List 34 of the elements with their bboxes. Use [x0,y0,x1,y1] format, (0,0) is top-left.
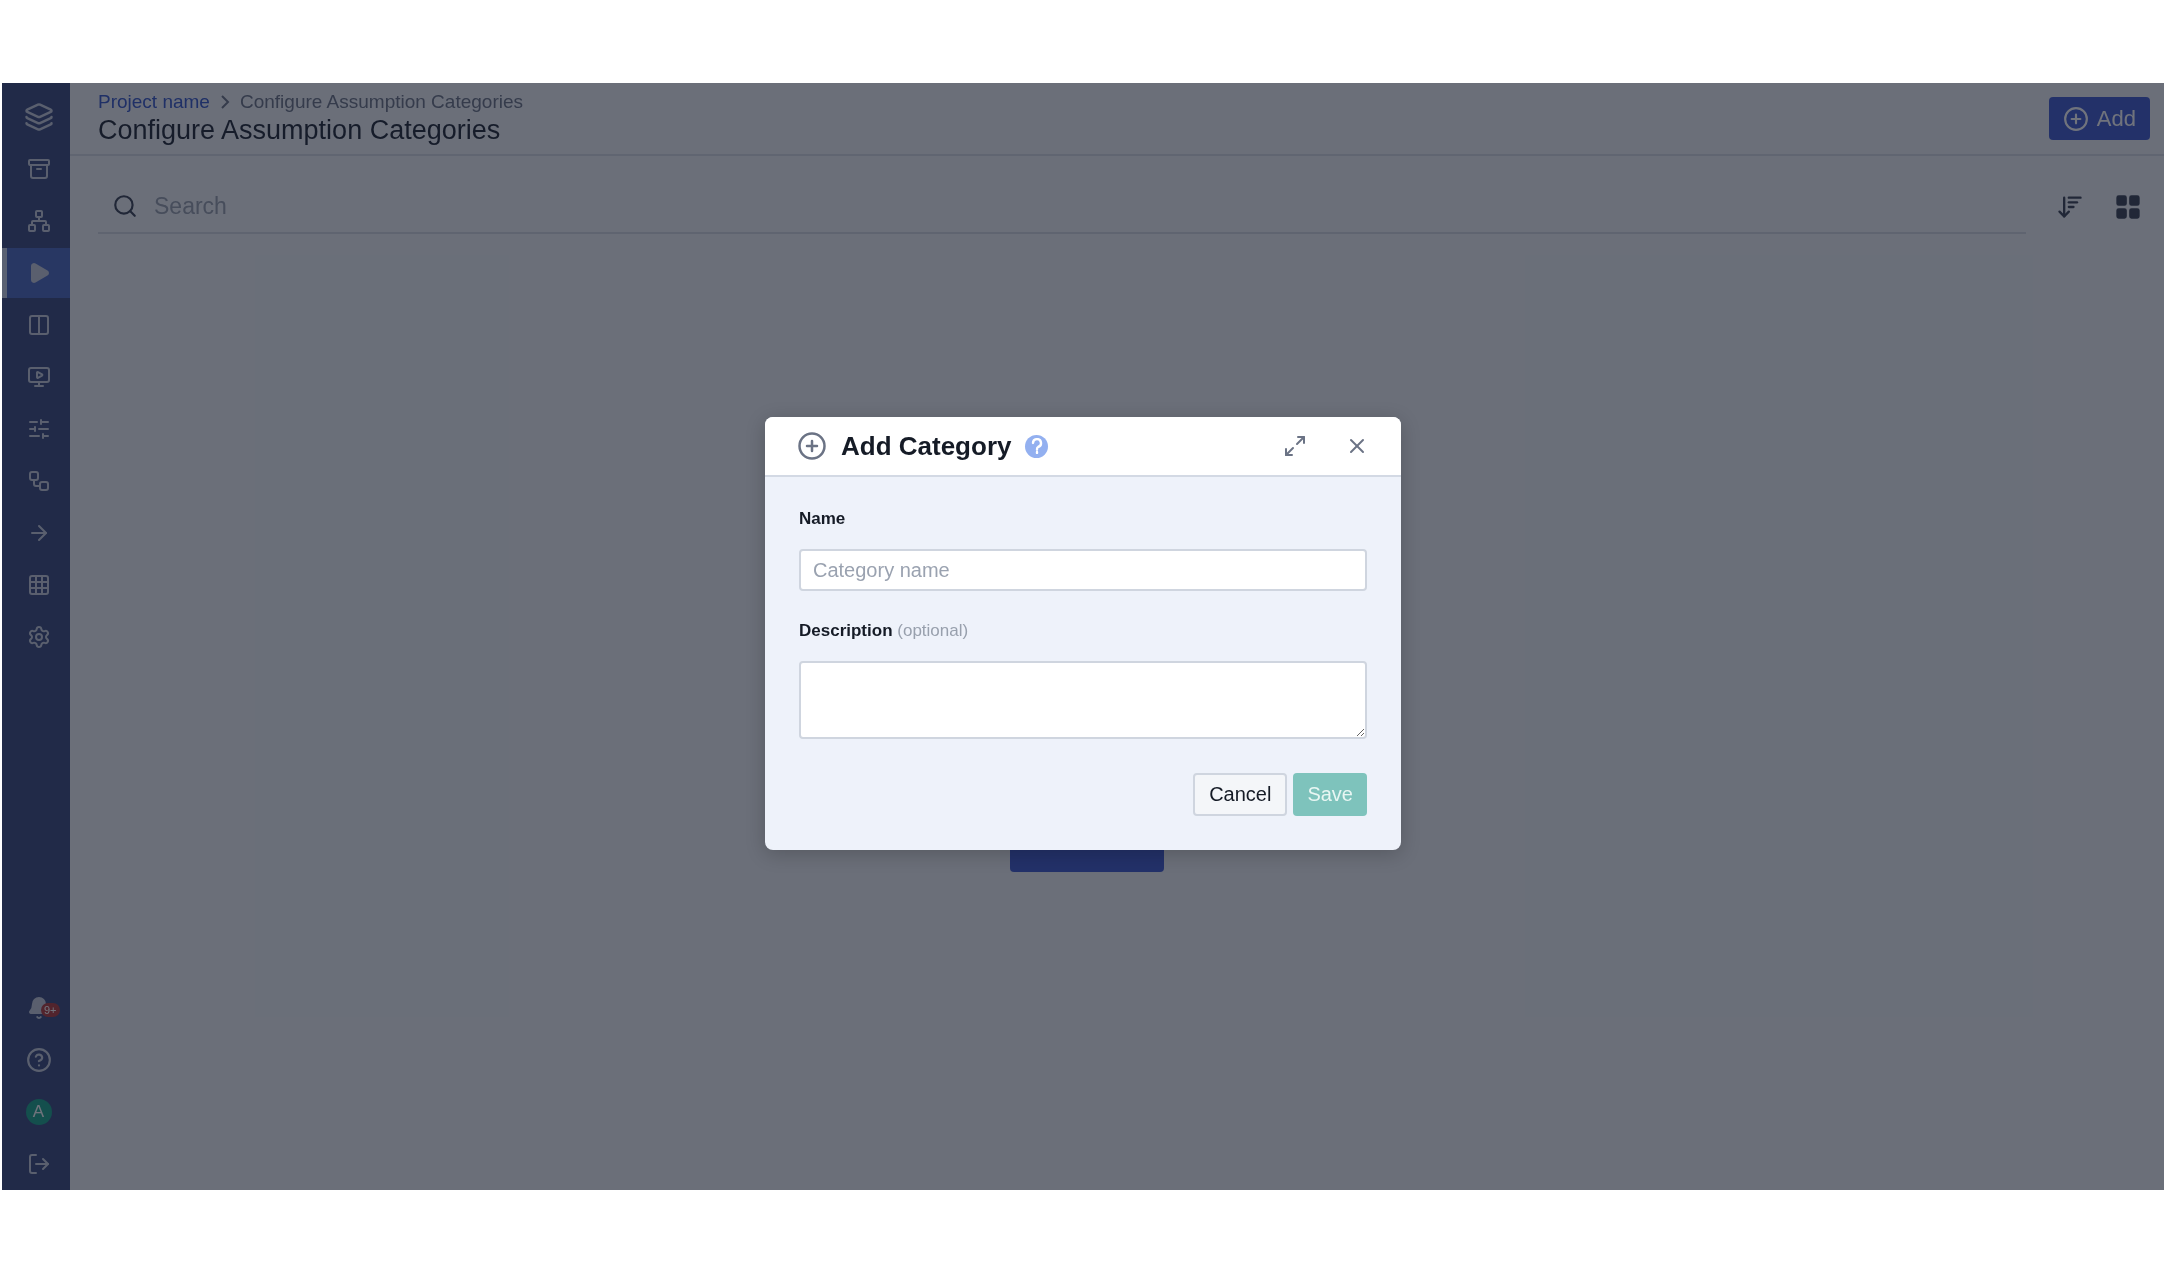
columns-icon [26,313,51,337]
field-label: Description (optional) [799,621,970,641]
network-icon [26,469,51,493]
help-icon [1025,434,1049,458]
logout-icon [26,1152,51,1176]
expand-button[interactable] [1283,434,1307,458]
sidebar-item[interactable] [2,248,70,298]
chevron-icon [219,95,230,109]
cancel-button[interactable]: Cancel [1193,773,1288,816]
notification-badge: 9+ [41,1003,60,1017]
sliders-icon [26,417,51,441]
notifications-button[interactable]: 9+ [2,983,70,1033]
monitor-play-icon [26,365,51,389]
layers-icon [23,102,54,132]
grid-icon [2114,193,2142,221]
add-button[interactable]: Add [2048,97,2150,140]
dialog-title: Add Category [841,430,1012,462]
expand-icon [1283,434,1307,458]
avatar-button[interactable]: A [2,1087,70,1137]
sitemap-icon [26,209,51,233]
grid-icon [26,573,51,597]
plus-circle-icon [797,431,827,461]
settings-icon [26,625,51,649]
help-icon [25,1047,52,1073]
page-title: Configure Assumption Categories [98,115,502,146]
archive-icon [26,157,51,181]
avatar: A [25,1099,52,1125]
description-textarea[interactable] [799,661,1367,739]
search-icon [112,193,138,219]
plus-circle-icon [2062,105,2089,132]
field-label: Name [799,509,847,529]
name-input[interactable]: Category name [799,549,1367,591]
grid-view-button[interactable] [2114,193,2142,221]
breadcrumb-link[interactable]: Project name [98,91,210,113]
